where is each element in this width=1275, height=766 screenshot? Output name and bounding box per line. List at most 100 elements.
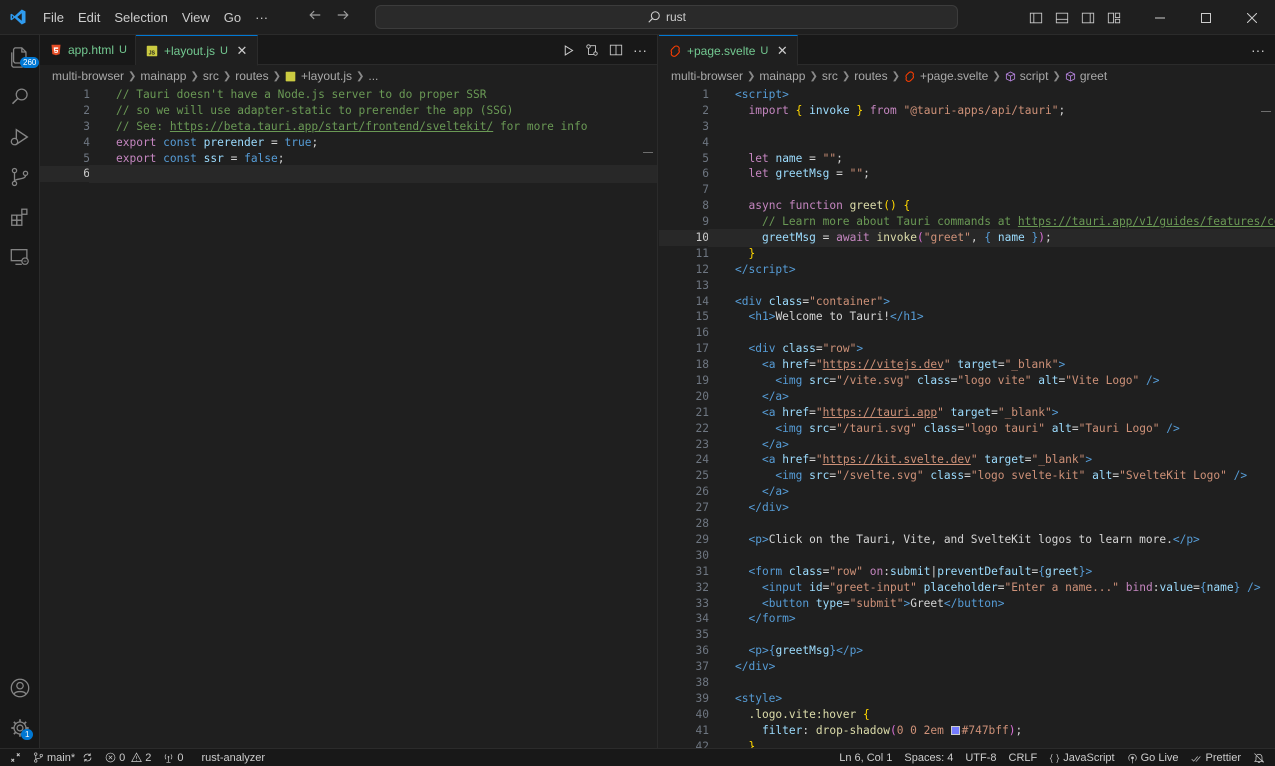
code-line[interactable]: 34 </form>: [659, 611, 1275, 627]
encoding[interactable]: UTF-8: [959, 752, 1002, 764]
line-number[interactable]: 10: [659, 230, 709, 246]
explorer-icon[interactable]: 260: [0, 37, 40, 77]
extensions-icon[interactable]: [0, 197, 40, 237]
sync-icon[interactable]: [82, 752, 93, 763]
code-line[interactable]: 33 <button type="submit">Greet</button>: [659, 596, 1275, 612]
menu-selection[interactable]: Selection: [107, 0, 174, 35]
breadcrumb-item[interactable]: ...: [368, 69, 378, 83]
tab-app-html[interactable]: app.html U: [40, 35, 136, 65]
branch-indicator[interactable]: main*: [27, 752, 99, 764]
code-line[interactable]: 24 <a href="https://kit.svelte.dev" targ…: [659, 452, 1275, 468]
code-line[interactable]: 2 // so we will use adapter-static to pre…: [40, 103, 657, 119]
code-line[interactable]: 17 <div class="row">: [659, 341, 1275, 357]
line-number[interactable]: 14: [659, 294, 709, 310]
code-line[interactable]: 3 // See: https://beta.tauri.app/start/fr…: [40, 119, 657, 135]
open-changes-icon[interactable]: [583, 41, 601, 59]
code-line[interactable]: 4: [659, 135, 1275, 151]
code-line[interactable]: 7: [659, 182, 1275, 198]
line-number[interactable]: 4: [659, 135, 709, 151]
code-line[interactable]: 10 greetMsg = await invoke("greet", { na…: [659, 229, 1275, 247]
menu-more[interactable]: ···: [248, 0, 275, 35]
end-of-line[interactable]: CRLF: [1003, 752, 1044, 764]
line-number[interactable]: 8: [659, 198, 709, 214]
customize-layout-icon[interactable]: [1101, 7, 1127, 29]
forward-arrow-icon[interactable]: [333, 8, 353, 27]
breadcrumb-item[interactable]: script: [1020, 69, 1049, 83]
line-number[interactable]: 31: [659, 564, 709, 580]
line-number[interactable]: 25: [659, 468, 709, 484]
line-number[interactable]: 3: [659, 119, 709, 135]
search-icon[interactable]: [0, 77, 40, 117]
menu-edit[interactable]: Edit: [71, 0, 107, 35]
toggle-panel-icon[interactable]: [1049, 7, 1075, 29]
breadcrumb-item[interactable]: src: [203, 69, 219, 83]
breadcrumb-item[interactable]: mainapp: [759, 69, 805, 83]
code-line[interactable]: 27 </div>: [659, 500, 1275, 516]
line-number[interactable]: 18: [659, 357, 709, 373]
code-line[interactable]: 39 <style>: [659, 691, 1275, 707]
code-line[interactable]: 40 .logo.vite:hover {: [659, 707, 1275, 723]
code-line[interactable]: 11 }: [659, 246, 1275, 262]
line-number[interactable]: 42: [659, 739, 709, 748]
line-number[interactable]: 5: [659, 151, 709, 167]
line-number[interactable]: 6: [40, 166, 90, 182]
code-line[interactable]: 5 export const ssr = false;: [40, 151, 657, 167]
close-window-icon[interactable]: [1229, 0, 1275, 35]
breadcrumb-item[interactable]: greet: [1080, 69, 1107, 83]
code-editor-left[interactable]: 1 // Tauri doesn't have a Node.js server …: [40, 87, 657, 748]
toggle-secondary-sidebar-icon[interactable]: [1075, 7, 1101, 29]
line-number[interactable]: 3: [40, 119, 90, 135]
code-line[interactable]: 6: [40, 165, 657, 184]
breadcrumb-item[interactable]: +page.svelte: [920, 69, 988, 83]
line-number[interactable]: 5: [40, 151, 90, 167]
cursor-position[interactable]: Ln 6, Col 1: [833, 752, 898, 764]
menu-go[interactable]: Go: [217, 0, 248, 35]
close-tab-icon[interactable]: ✕: [235, 43, 249, 59]
manage-gear-icon[interactable]: 1: [0, 708, 40, 748]
remote-indicator[interactable]: [0, 752, 27, 763]
code-line[interactable]: 31 <form class="row" on:submit|preventDe…: [659, 564, 1275, 580]
code-line[interactable]: 25 <img src="/svelte.svg" class="logo sv…: [659, 468, 1275, 484]
toggle-primary-sidebar-icon[interactable]: [1023, 7, 1049, 29]
line-number[interactable]: 29: [659, 532, 709, 548]
code-line[interactable]: 3: [659, 119, 1275, 135]
tab-layout-js[interactable]: JS +layout.js U ✕: [135, 35, 258, 66]
code-line[interactable]: 41 filter: drop-shadow(0 0 2em #747bff);: [659, 723, 1275, 739]
line-number[interactable]: 38: [659, 675, 709, 691]
code-line[interactable]: 30: [659, 548, 1275, 564]
more-actions-icon[interactable]: ···: [1249, 41, 1267, 59]
breadcrumb-item[interactable]: mainapp: [140, 69, 186, 83]
line-number[interactable]: 30: [659, 548, 709, 564]
code-line[interactable]: 21 <a href="https://tauri.app" target="_…: [659, 405, 1275, 421]
remote-explorer-icon[interactable]: [0, 237, 40, 277]
command-center-search[interactable]: rust: [375, 5, 958, 29]
code-line[interactable]: 18 <a href="https://vitejs.dev" target="…: [659, 357, 1275, 373]
maximize-icon[interactable]: [1183, 0, 1229, 35]
code-line[interactable]: 28: [659, 516, 1275, 532]
code-line[interactable]: 32 <input id="greet-input" placeholder="…: [659, 580, 1275, 596]
line-number[interactable]: 20: [659, 389, 709, 405]
line-number[interactable]: 12: [659, 262, 709, 278]
line-number[interactable]: 27: [659, 500, 709, 516]
code-line[interactable]: 12 </script>: [659, 262, 1275, 278]
line-number[interactable]: 23: [659, 437, 709, 453]
minimize-icon[interactable]: [1137, 0, 1183, 35]
line-number[interactable]: 22: [659, 421, 709, 437]
code-line[interactable]: 20 </a>: [659, 389, 1275, 405]
code-line[interactable]: 13: [659, 278, 1275, 294]
more-actions-icon[interactable]: ···: [631, 41, 649, 59]
line-number[interactable]: 36: [659, 643, 709, 659]
source-control-icon[interactable]: [0, 157, 40, 197]
go-live-button[interactable]: Go Live: [1121, 752, 1185, 764]
code-line[interactable]: 26 </a>: [659, 484, 1275, 500]
code-line[interactable]: 35: [659, 627, 1275, 643]
line-number[interactable]: 37: [659, 659, 709, 675]
line-number[interactable]: 11: [659, 246, 709, 262]
line-number[interactable]: 19: [659, 373, 709, 389]
code-line[interactable]: 36 <p>{greetMsg}</p>: [659, 643, 1275, 659]
line-number[interactable]: 33: [659, 596, 709, 612]
code-line[interactable]: 1 // Tauri doesn't have a Node.js server …: [40, 87, 657, 103]
line-number[interactable]: 39: [659, 691, 709, 707]
breadcrumb-item[interactable]: multi-browser: [52, 69, 124, 83]
rust-analyzer-status[interactable]: rust-analyzer: [196, 752, 272, 764]
